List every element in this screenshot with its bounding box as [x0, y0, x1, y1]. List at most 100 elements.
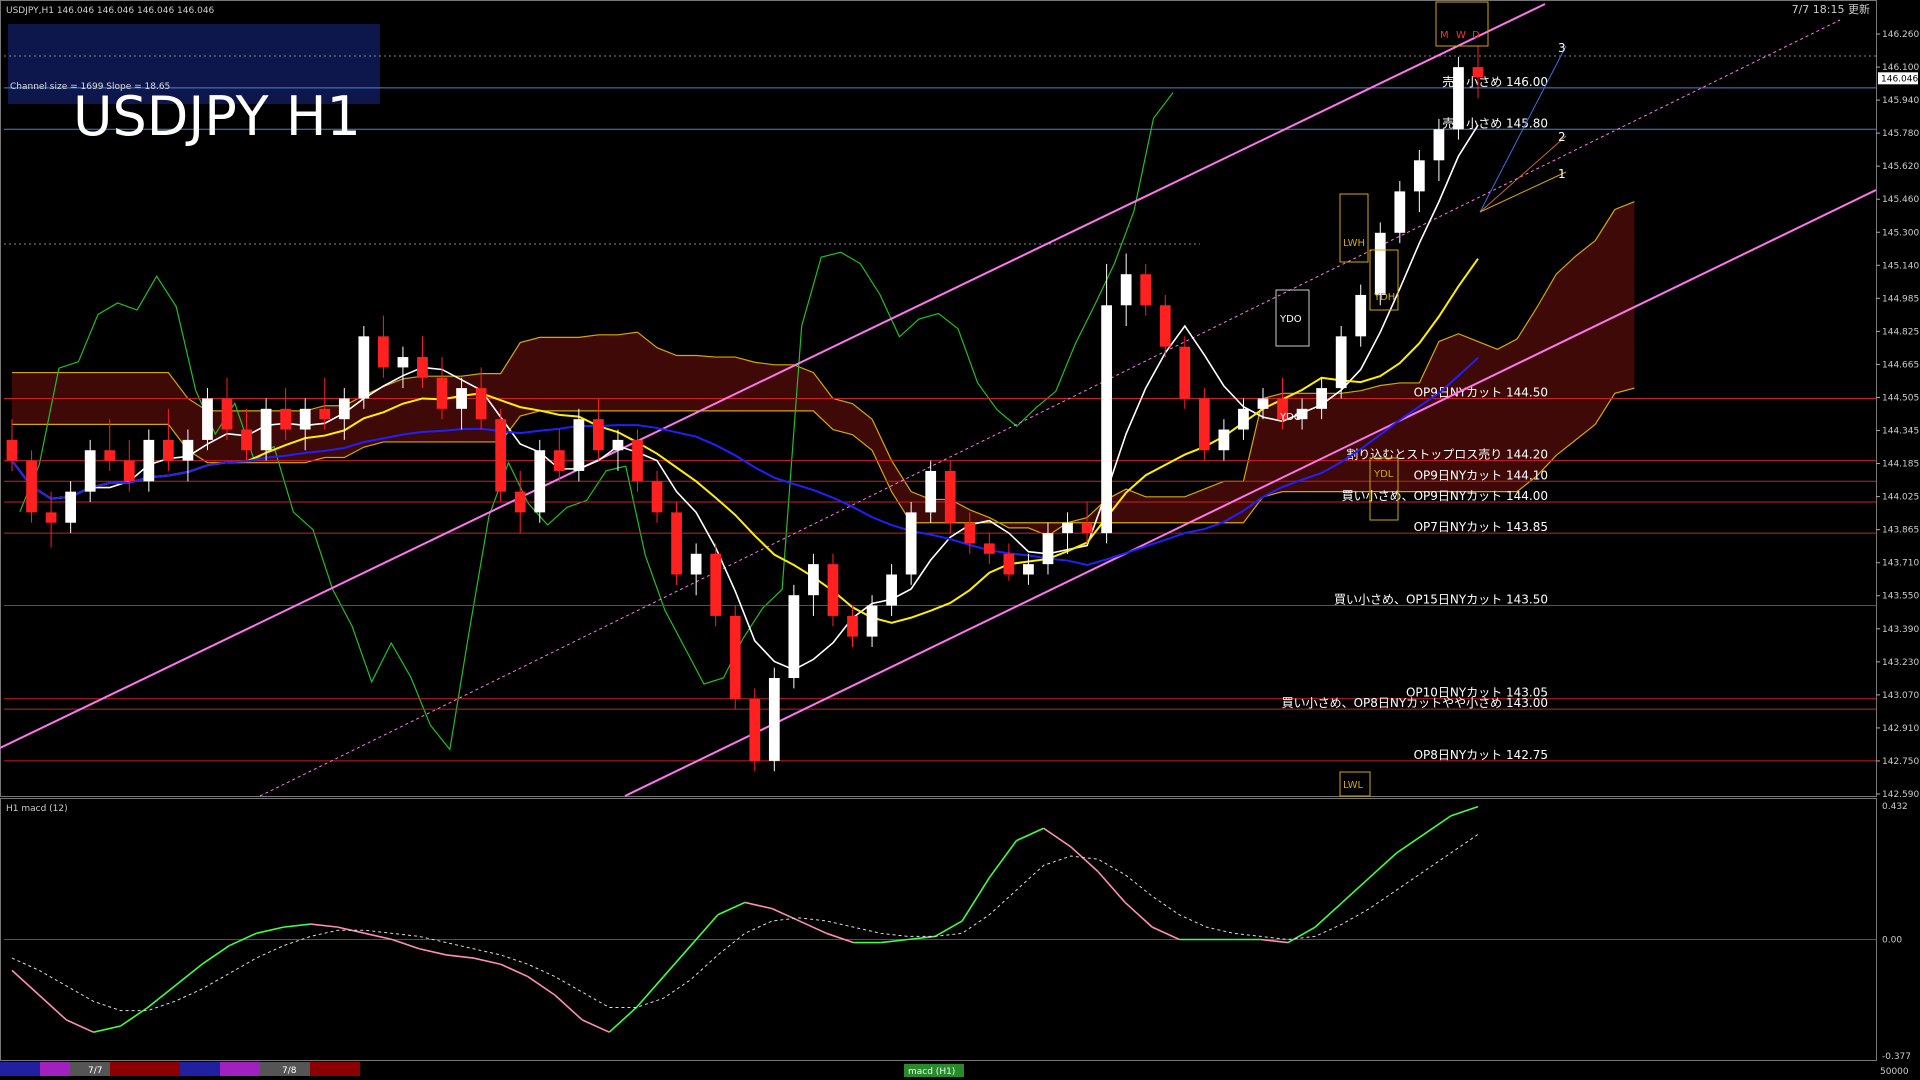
candle-body: [495, 419, 507, 492]
candle-body: [1374, 232, 1386, 295]
candle-body: [1218, 429, 1230, 451]
candle-58: [1140, 263, 1152, 316]
candle-body: [671, 512, 682, 575]
candle-body: [964, 522, 976, 544]
macd-segment-16: [419, 947, 447, 956]
candle-body: [436, 377, 448, 409]
macd-segment-54: [1450, 805, 1479, 817]
candle-60: [1179, 336, 1191, 409]
candle-body: [983, 543, 995, 554]
candle-3: [65, 481, 77, 534]
candle-68: [1335, 325, 1347, 399]
price-tick-2: 145.940: [1882, 96, 1919, 106]
candle-63: [1238, 398, 1249, 440]
candle-body: [241, 429, 252, 451]
macd-segment-18: [473, 957, 501, 966]
macd-segment-30: [798, 920, 827, 935]
level-label-5: 買い小さめ、OP9日NYカット 144.00: [1342, 489, 1548, 503]
price-tick-13: 144.185: [1882, 460, 1919, 470]
chart-window: 売り小さめ 146.00 売り小さめ 145.80 OP9日NYカット 144.50…: [0, 0, 1920, 1080]
price-tick-22: 142.750: [1882, 757, 1919, 767]
ray-label-2: 2: [1558, 130, 1566, 144]
macd-segment-12: [310, 923, 338, 928]
price-tick-18: 143.390: [1882, 625, 1919, 635]
macd-segment-38: [1016, 827, 1044, 842]
candle-7: [143, 429, 155, 492]
level-label-10: OP8日NYカット 142.75: [1414, 748, 1548, 762]
macd-segment-51: [1368, 852, 1398, 879]
macd-segment-41: [1097, 870, 1126, 903]
ydc-label: YDC: [1279, 412, 1301, 423]
macd-segment-1: [11, 969, 40, 996]
chart-title: USDJPY H1: [73, 85, 361, 148]
date-label-0: 7/7: [88, 1066, 102, 1076]
candle-46: [905, 502, 917, 585]
candle-body: [553, 450, 565, 471]
candle-75: [1472, 46, 1484, 99]
candle-body: [573, 419, 585, 471]
candle-body: [45, 512, 57, 523]
candle-62: [1218, 419, 1230, 461]
candle-body: [827, 564, 839, 616]
macd-segment-22: [581, 1019, 610, 1033]
level-label-9: 買い小さめ、OP8日NYカットやや小さめ 143.00: [1282, 696, 1548, 710]
candle-56: [1101, 263, 1112, 544]
candle-41: [808, 553, 819, 616]
ray-2: [1479, 135, 1567, 213]
candle-body: [729, 615, 741, 699]
candle-body: [690, 553, 702, 575]
candle-body: [417, 357, 428, 378]
symbol-header: USDJPY,H1 146.046 146.046 146.046 146.04…: [6, 6, 215, 16]
channel-lower: [624, 189, 1877, 797]
level-label-6: OP7日NYカット 143.85: [1414, 520, 1548, 534]
macd-segment-23: [608, 1006, 637, 1033]
price-tick-4: 145.620: [1882, 162, 1919, 172]
macd-panel-label: H1 macd (12): [6, 804, 68, 814]
ydh-label: YDH: [1373, 292, 1395, 303]
candle-33: [651, 470, 663, 523]
macd-segment-19: [500, 963, 529, 978]
candle-body: [1238, 408, 1249, 430]
macd-tab[interactable]: macd (H1): [908, 1067, 955, 1077]
candle-body: [221, 398, 233, 430]
candle-37: [729, 605, 741, 710]
macd-segment-35: [934, 920, 963, 938]
candle-body: [338, 398, 350, 420]
candle-body: [612, 439, 624, 451]
candle-36: [710, 543, 722, 627]
macd-signal: [11, 834, 1479, 1012]
candle-5: [104, 419, 116, 471]
macd-tick-1: 0.00: [1882, 935, 1902, 945]
price-tick-10: 144.665: [1882, 360, 1919, 370]
ydl-label: YDL: [1373, 469, 1394, 480]
candle-body: [358, 336, 370, 399]
candle-42: [827, 553, 839, 627]
macd-tick-2: -0.377: [1882, 1052, 1911, 1062]
candle-body: [1003, 553, 1015, 575]
candle-54: [1062, 512, 1073, 554]
candle-body: [65, 491, 77, 523]
candle-25: [495, 408, 507, 503]
macd-segment-24: [635, 976, 665, 1009]
candle-body: [319, 408, 331, 420]
macd-segment-20: [527, 975, 556, 996]
candle-body: [1023, 564, 1034, 575]
candle-body: [514, 491, 526, 513]
candle-body: [1062, 522, 1073, 534]
macd-segment-39: [1043, 827, 1072, 848]
price-tick-1: 146.100: [1882, 63, 1919, 73]
m-label: M: [1440, 30, 1449, 41]
price-tick-21: 142.910: [1882, 724, 1919, 734]
macd-segment-10: [256, 926, 284, 935]
candle-body: [123, 460, 135, 482]
candle-body: [1316, 388, 1328, 409]
candle-body: [710, 553, 722, 616]
candle-43: [847, 605, 858, 647]
candle-body: [651, 481, 663, 513]
candle-50: [983, 533, 995, 565]
macd-segment-7: [174, 963, 203, 987]
macd-segment-36: [961, 877, 991, 922]
candle-6: [123, 439, 135, 492]
candle-body: [1101, 305, 1112, 534]
price-tick-8: 144.985: [1882, 294, 1919, 304]
